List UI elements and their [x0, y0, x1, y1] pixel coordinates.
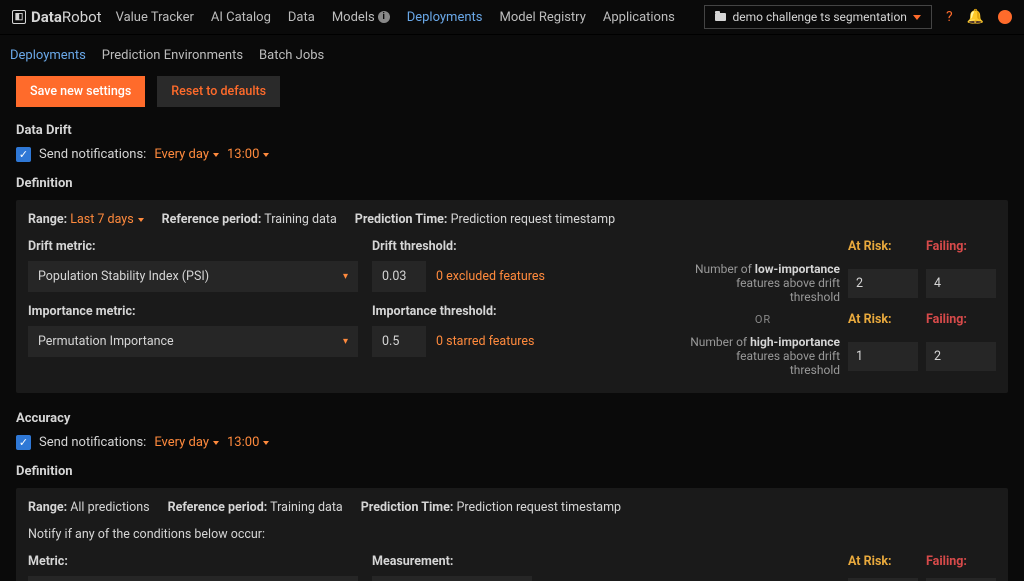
excluded-features-link[interactable]: 0 excluded features: [436, 269, 545, 284]
drift-time-dropdown[interactable]: 13:00: [227, 147, 269, 162]
project-name: demo challenge ts segmentation: [732, 10, 906, 24]
acc-atrisk-header: At Risk:: [848, 554, 918, 569]
acc-notify-checkbox[interactable]: ✓: [16, 435, 31, 450]
drift-panel: Range: Last 7 days Reference period: Tra…: [16, 200, 1008, 393]
high-failing-input[interactable]: [926, 342, 996, 371]
acc-notify-label: Send notifications:: [39, 435, 146, 450]
starred-features-link[interactable]: 0 starred features: [436, 334, 534, 349]
subnav-prediction-envs[interactable]: Prediction Environments: [102, 48, 243, 63]
accuracy-panel: Range: All predictions Reference period:…: [16, 488, 1008, 581]
nav-model-registry[interactable]: Model Registry: [499, 10, 585, 25]
nav-data[interactable]: Data: [288, 10, 315, 25]
low-failing-input[interactable]: [926, 269, 996, 298]
acc-failing-header: Failing:: [926, 554, 996, 569]
failing-header-2: Failing:: [926, 312, 996, 327]
drift-metric-select[interactable]: Population Stability Index (PSI)▾: [28, 261, 358, 292]
acc-frequency-dropdown[interactable]: Every day: [154, 435, 219, 450]
user-icon[interactable]: [998, 10, 1012, 24]
high-atrisk-input[interactable]: [848, 342, 918, 371]
at-risk-header-2: At Risk:: [848, 312, 918, 327]
nav-models[interactable]: Modelsi: [332, 10, 390, 25]
importance-threshold-label: Importance threshold:: [372, 304, 672, 319]
failing-header: Failing:: [926, 239, 996, 254]
drift-ptime-val: Prediction request timestamp: [451, 212, 616, 227]
drift-threshold-input[interactable]: [372, 261, 426, 292]
acc-ref-val: Training data: [270, 500, 343, 515]
at-risk-header: At Risk:: [848, 239, 918, 254]
acc-metric-label: Metric:: [28, 554, 358, 569]
accuracy-title: Accuracy: [16, 411, 1008, 426]
nav-value-tracker[interactable]: Value Tracker: [116, 10, 194, 25]
folder-icon: [715, 13, 726, 21]
bell-icon[interactable]: 🔔: [967, 9, 984, 25]
low-atrisk-input[interactable]: [848, 269, 918, 298]
importance-metric-select[interactable]: Permutation Importance▾: [28, 326, 358, 357]
low-importance-text: Number of low-importancefeatures above d…: [686, 262, 840, 304]
subnav-deployments[interactable]: Deployments: [10, 48, 86, 63]
drift-range-dropdown[interactable]: Last 7 days: [70, 212, 143, 227]
subnav-batch-jobs[interactable]: Batch Jobs: [259, 48, 324, 63]
help-icon[interactable]: ?: [946, 9, 953, 25]
acc-condition-text: Notify if any of the conditions below oc…: [28, 527, 996, 542]
drift-notify-label: Send notifications:: [39, 147, 146, 162]
nav-ai-catalog[interactable]: AI Catalog: [211, 10, 271, 25]
acc-time-dropdown[interactable]: 13:00: [227, 435, 269, 450]
drift-definition-title: Definition: [16, 176, 1008, 191]
importance-threshold-input[interactable]: [372, 326, 426, 357]
drift-notify-checkbox[interactable]: ✓: [16, 147, 31, 162]
importance-metric-label: Importance metric:: [28, 304, 358, 319]
logo-text-bold: Data: [31, 8, 62, 26]
logo[interactable]: ◧ DataRobot: [12, 8, 102, 26]
reset-button[interactable]: Reset to defaults: [157, 76, 280, 107]
logo-text-thin: Robot: [62, 8, 102, 26]
drift-threshold-label: Drift threshold:: [372, 239, 672, 254]
drift-frequency-dropdown[interactable]: Every day: [154, 147, 219, 162]
drift-ref-val: Training data: [264, 212, 337, 227]
acc-measurement-label: Measurement:: [372, 554, 532, 569]
or-divider: OR: [686, 313, 840, 326]
high-importance-text: Number of high-importancefeatures above …: [686, 335, 840, 377]
acc-range-val: All predictions: [70, 500, 149, 515]
drift-metric-label: Drift metric:: [28, 239, 358, 254]
save-button[interactable]: Save new settings: [16, 76, 145, 107]
info-icon: i: [378, 11, 390, 23]
project-picker[interactable]: demo challenge ts segmentation: [704, 5, 931, 29]
logo-icon: ◧: [12, 10, 26, 24]
acc-definition-title: Definition: [16, 464, 1008, 479]
nav-applications[interactable]: Applications: [603, 10, 675, 25]
acc-ptime-val: Prediction request timestamp: [457, 500, 622, 515]
chevron-down-icon: [913, 15, 921, 20]
data-drift-title: Data Drift: [16, 123, 1008, 138]
nav-deployments[interactable]: Deployments: [407, 10, 483, 25]
